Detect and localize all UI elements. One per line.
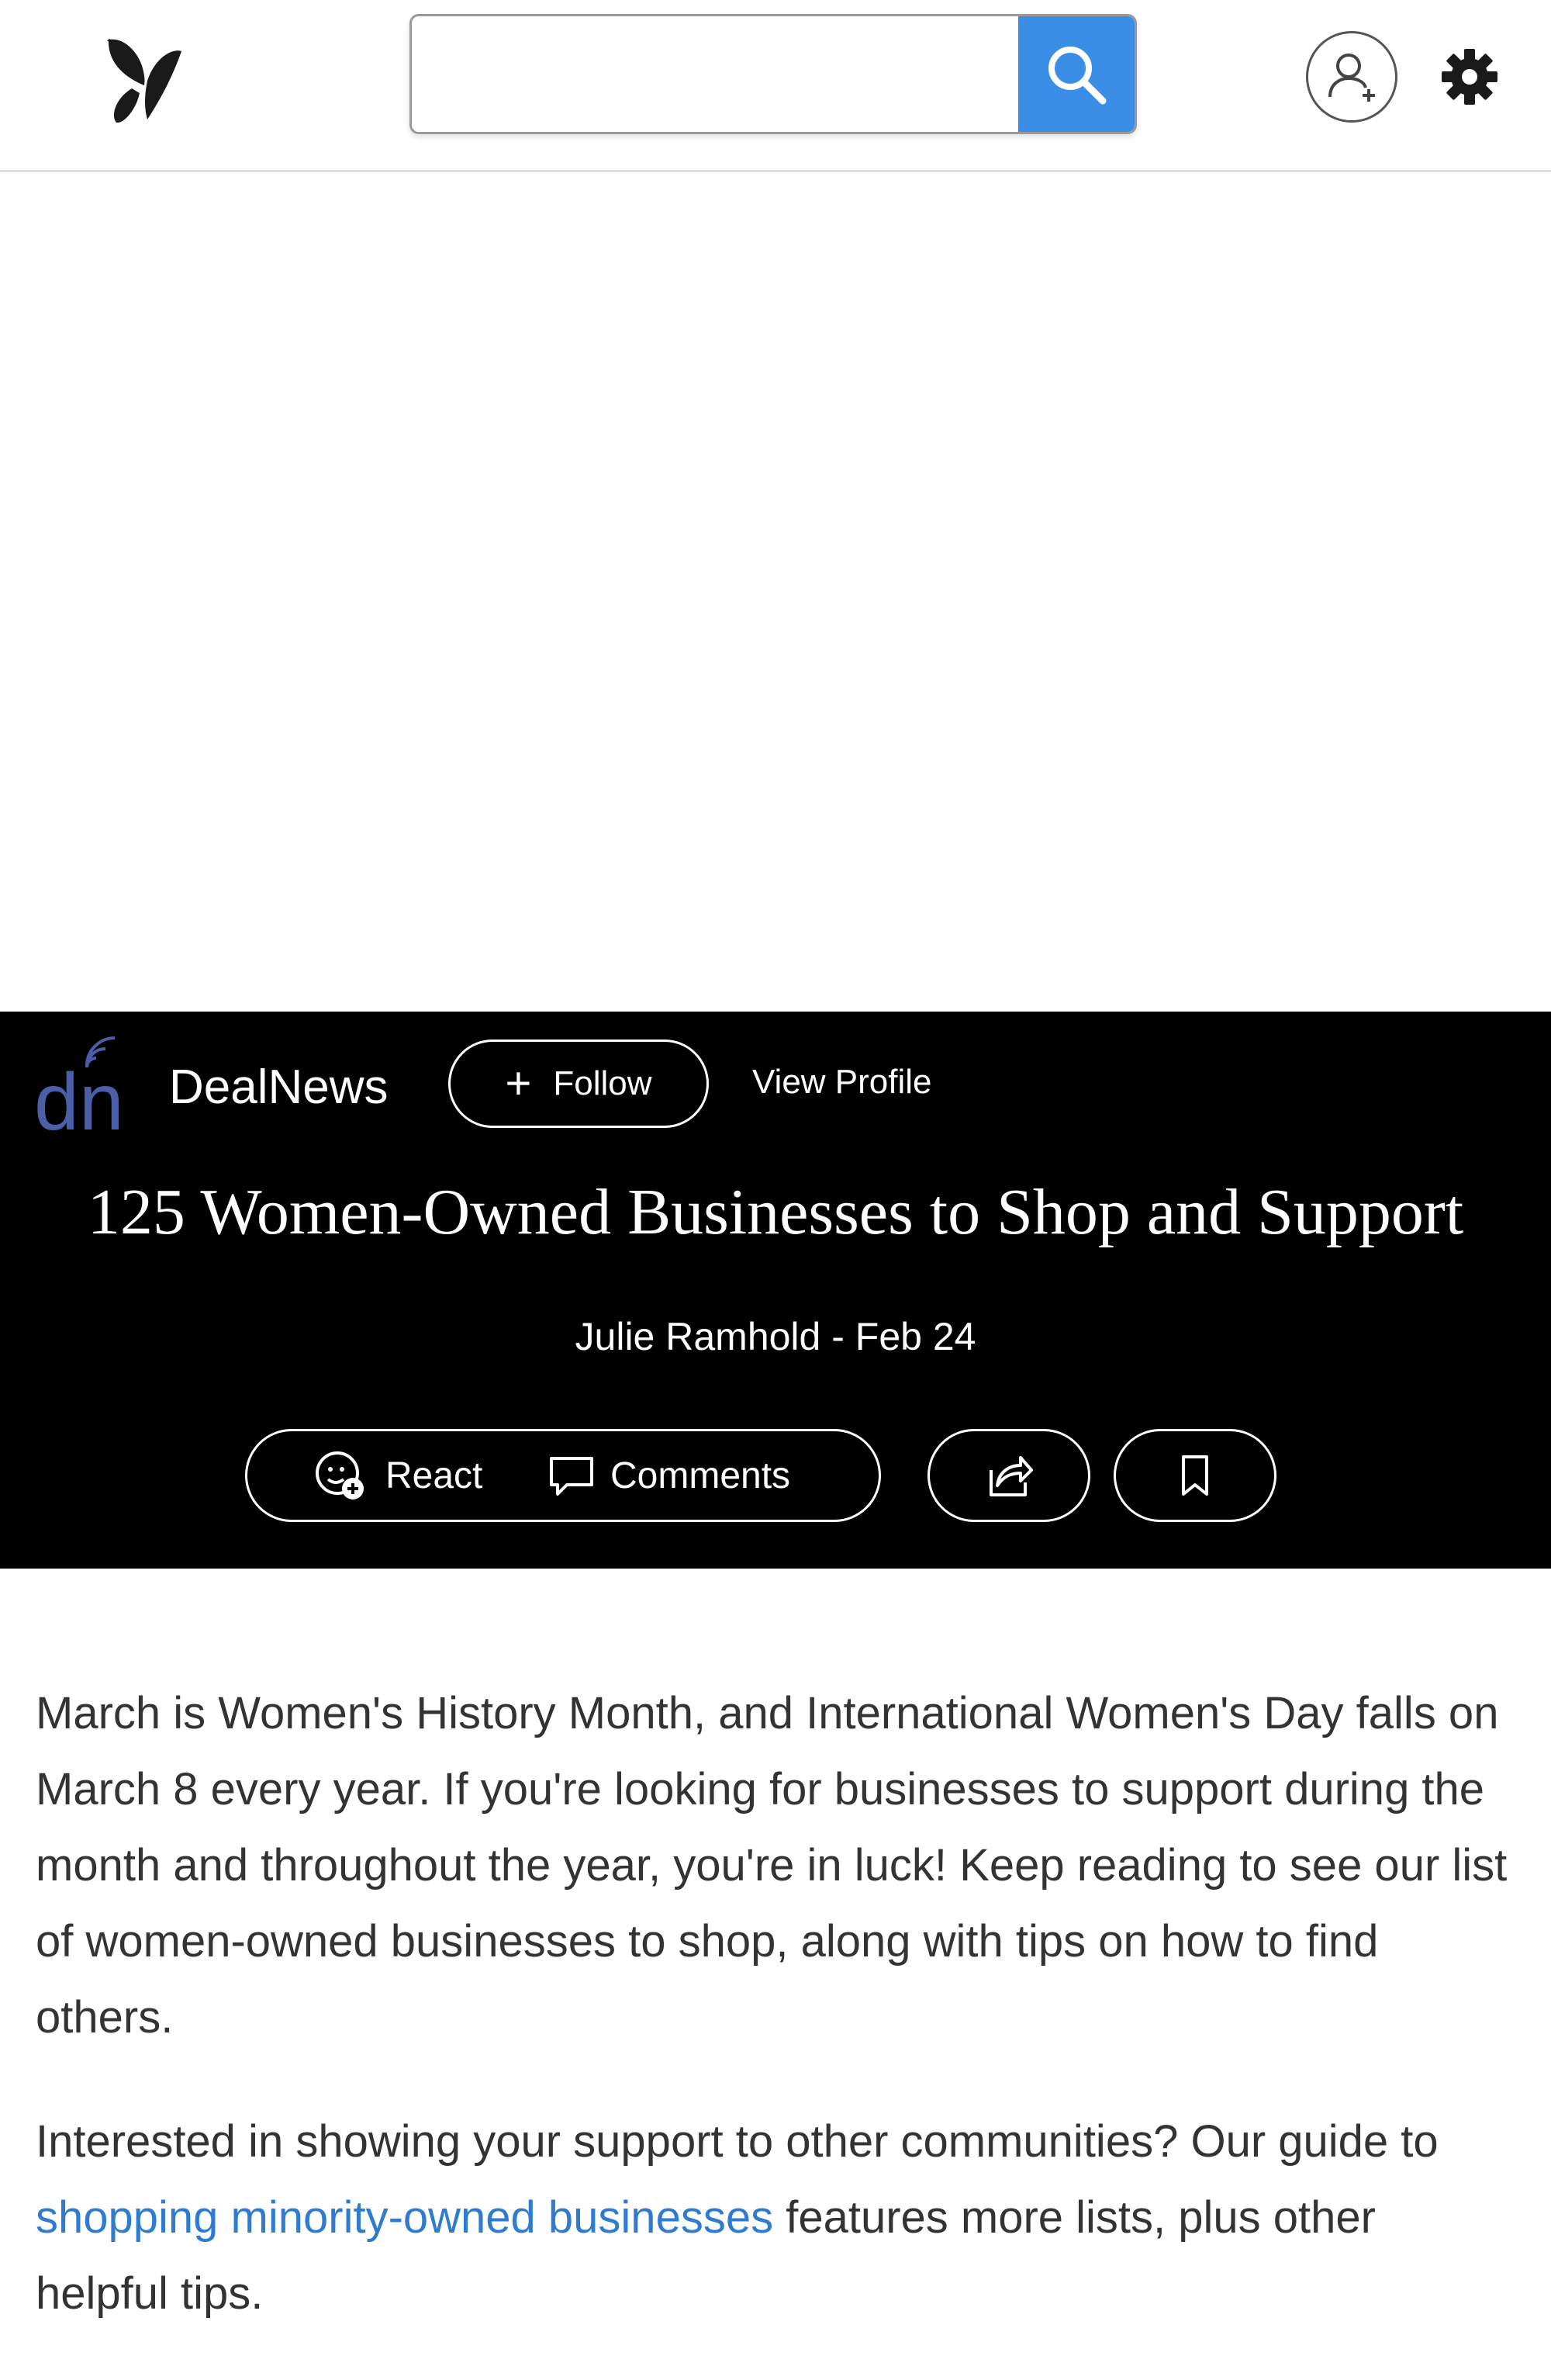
view-profile-link[interactable]: View Profile <box>752 1063 932 1102</box>
search-icon <box>1048 46 1107 104</box>
gear-icon <box>1442 49 1497 105</box>
follow-label: Follow <box>553 1064 652 1102</box>
follow-button[interactable]: + Follow <box>448 1040 709 1128</box>
share-button[interactable] <box>927 1429 1090 1522</box>
share-icon <box>990 1456 1033 1496</box>
search-input[interactable] <box>412 16 1020 132</box>
article-paragraph: March is Women's History Month, and Inte… <box>36 1688 1508 2043</box>
emoji-add-icon <box>316 1451 364 1500</box>
article-byline: Julie Ramhold - Feb 24 <box>575 1315 976 1358</box>
bookmark-icon <box>1182 1455 1208 1496</box>
speech-bubble-icon <box>550 1457 593 1496</box>
react-label: React <box>385 1455 483 1496</box>
settings-button[interactable] <box>1433 40 1506 113</box>
article-title: 125 Women-Owned Businesses to Shop and S… <box>87 1176 1464 1248</box>
reactions-bar: React Comments <box>245 1429 881 1522</box>
comments-label: Comments <box>610 1455 791 1496</box>
save-button[interactable] <box>1114 1429 1276 1522</box>
search-box <box>409 14 1137 134</box>
publisher-name[interactable]: DealNews <box>169 1060 389 1115</box>
article-header: dn DealNews + Follow View Profile 125 Wo… <box>0 1012 1551 1569</box>
svg-text:dn: dn <box>34 1057 124 1139</box>
add-user-icon <box>1328 54 1375 102</box>
article-paragraph: Interested in showing your support to ot… <box>36 2104 1517 2332</box>
react-button[interactable]: React <box>313 1431 482 1520</box>
article-body: March is Women's History Month, and Inte… <box>36 1676 1517 2380</box>
paragraph-text: Interested in showing your support to ot… <box>36 2116 1439 2167</box>
plus-icon: + <box>505 1058 532 1109</box>
butterfly-logo-icon[interactable] <box>101 34 186 127</box>
dealnews-logo-icon[interactable]: dn <box>34 1030 150 1139</box>
top-bar <box>0 0 1551 172</box>
comments-button[interactable]: Comments <box>547 1431 790 1520</box>
search-button[interactable] <box>1018 16 1135 132</box>
minority-owned-businesses-link[interactable]: shopping minority-owned businesses <box>36 2192 773 2243</box>
profile-button[interactable] <box>1306 31 1397 123</box>
